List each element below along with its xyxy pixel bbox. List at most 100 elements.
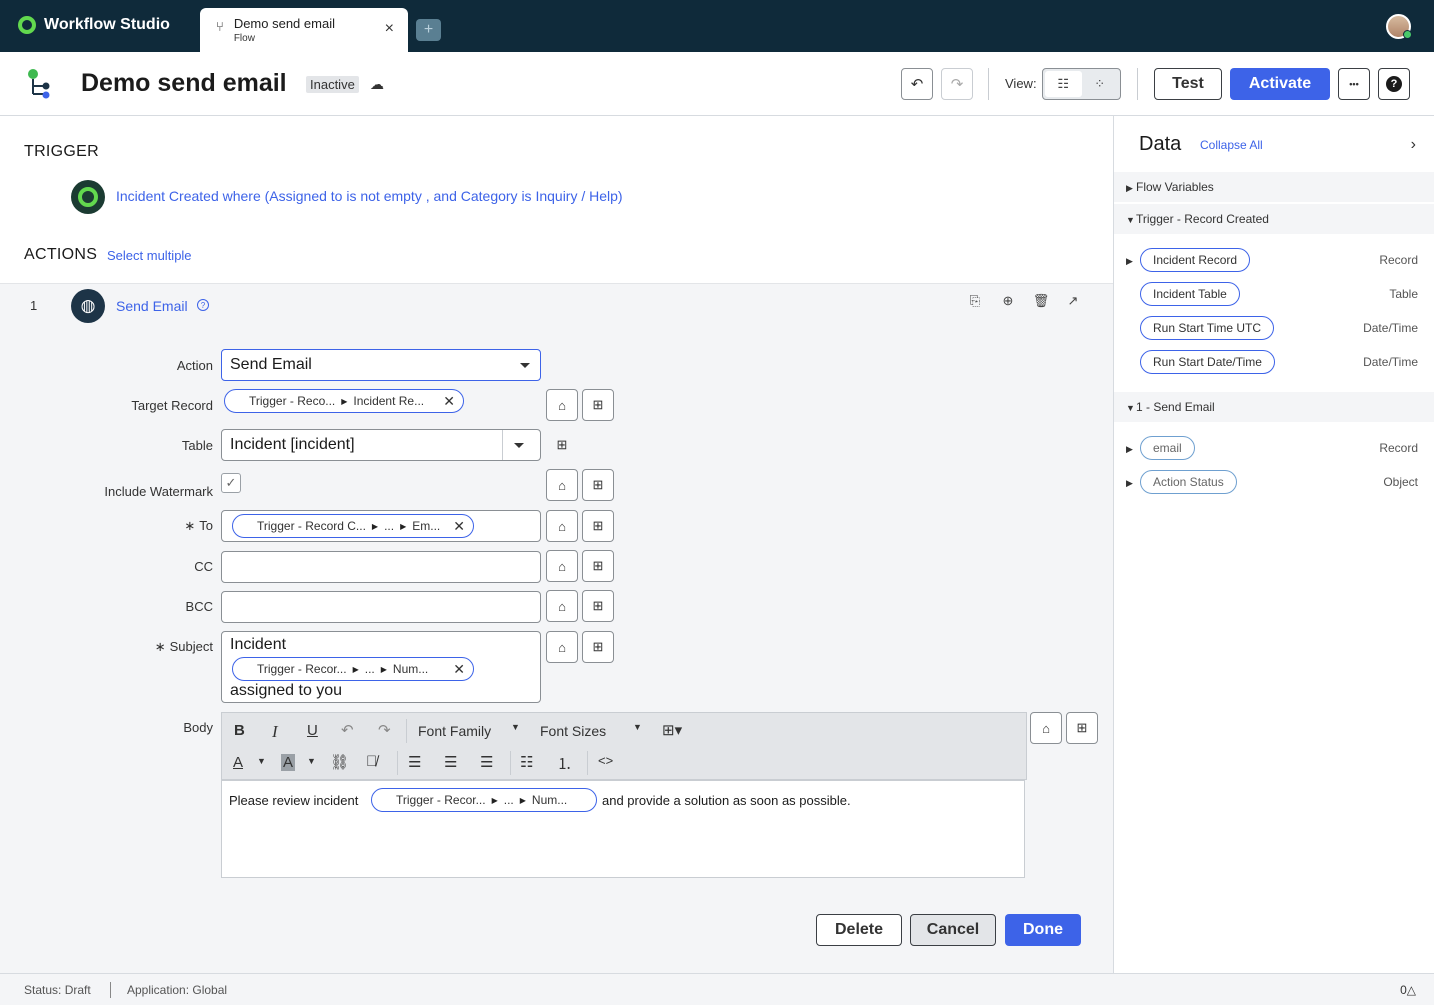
data-picker-button[interactable]: ⊞ — [582, 510, 614, 542]
data-group-send-email[interactable]: ▼1 - Send Email — [1114, 392, 1434, 422]
align-left-icon[interactable]: ☰ — [408, 753, 421, 771]
data-picker-button[interactable]: ⊞ — [582, 469, 614, 501]
notifications-button[interactable]: 0△ — [1400, 983, 1416, 997]
caret-right-icon[interactable]: ▶ — [1126, 478, 1133, 489]
tree-view-icon: ☷ — [1057, 76, 1070, 91]
data-picker-button[interactable]: ⊞ — [582, 590, 614, 622]
data-pill-run-start-time-utc[interactable]: Run Start Time UTC — [1140, 316, 1275, 340]
caret-right-icon[interactable]: ▶ — [1126, 444, 1133, 455]
add-tab-button[interactable]: + — [416, 19, 441, 41]
body-pill[interactable]: Trigger - Recor... ▶ ... ▶ Num... — [371, 788, 597, 812]
collapse-all-link[interactable]: Collapse All — [1200, 138, 1263, 152]
brand[interactable]: Workflow Studio — [18, 16, 170, 34]
to-pill[interactable]: Trigger - Record C... ▶ ... ▶ Em... ✕ — [232, 514, 474, 538]
body-editor[interactable]: Please review incident Trigger - Recor..… — [221, 780, 1025, 878]
chevron-down-icon[interactable]: ▼ — [257, 756, 266, 766]
cancel-button[interactable]: Cancel — [910, 914, 996, 946]
data-picker-button[interactable]: ⊞ — [1066, 712, 1098, 744]
font-sizes-select[interactable]: Font Sizes — [540, 723, 606, 739]
to-field[interactable]: Trigger - Record C... ▶ ... ▶ Em... ✕ — [221, 510, 541, 542]
test-button[interactable]: Test — [1154, 68, 1222, 100]
chevron-right-icon[interactable]: › — [1411, 136, 1416, 154]
data-pill-incident-record[interactable]: Incident Record — [1140, 248, 1251, 272]
data-group-flow-variables[interactable]: ▶ Flow Variables — [1114, 172, 1434, 202]
action-step-panel: 1 ◍ Send Email ? ⎘ ⊕ 🗑 ↗ Action Send Ema… — [0, 283, 1113, 973]
more-actions-button[interactable]: ••• — [1338, 68, 1370, 100]
data-pill-action-status[interactable]: Action Status — [1140, 470, 1237, 494]
data-picker-button[interactable]: ⊞ — [582, 550, 614, 582]
redo-icon[interactable]: ↷ — [378, 721, 391, 739]
activate-button[interactable]: Activate — [1230, 68, 1330, 100]
caret-right-icon[interactable]: ▶ — [1126, 256, 1133, 267]
bcc-field[interactable] — [221, 591, 541, 623]
script-toggle-button[interactable]: ⌂ — [546, 389, 578, 421]
script-toggle-button[interactable]: ⌂ — [546, 590, 578, 622]
redo-button[interactable]: ↷ — [941, 68, 973, 100]
italic-icon[interactable]: I — [272, 722, 278, 742]
action-value: Send Email — [230, 356, 312, 373]
data-pill-incident-table[interactable]: Incident Table — [1140, 282, 1240, 306]
chevron-down-icon[interactable]: ▼ — [511, 722, 520, 732]
help-button[interactable]: ? — [1378, 68, 1410, 100]
trigger-description-link[interactable]: Incident Created where (Assigned to is n… — [116, 188, 623, 204]
diagram-view-button[interactable]: ⁘ — [1082, 71, 1119, 97]
remove-pill-icon[interactable]: ✕ — [453, 661, 465, 678]
data-picker-button[interactable]: ⊞ — [582, 631, 614, 663]
copy-icon[interactable]: ⎘ — [966, 293, 984, 311]
data-group-label: 1 - Send Email — [1136, 400, 1215, 414]
script-toggle-button[interactable]: ⌂ — [546, 550, 578, 582]
subject-field[interactable]: Incident Trigger - Recor... ▶ ... ▶ Num.… — [221, 631, 541, 703]
unlink-icon[interactable]: ⛓̸ — [366, 753, 377, 770]
open-external-icon[interactable]: ↗ — [1064, 293, 1082, 311]
page-title: Demo send email — [81, 69, 287, 97]
link-icon[interactable]: ⛓ — [330, 753, 349, 771]
subject-pill[interactable]: Trigger - Recor... ▶ ... ▶ Num... ✕ — [232, 657, 474, 681]
chevron-down-icon[interactable]: ▼ — [307, 756, 316, 766]
top-bar: Workflow Studio ⑂ Demo send email Flow ×… — [0, 0, 1434, 52]
bold-icon[interactable]: B — [234, 722, 245, 739]
subject-text-1: Incident — [230, 636, 287, 653]
underline-icon[interactable]: U — [307, 722, 318, 739]
include-watermark-label: Include Watermark — [104, 484, 213, 499]
include-watermark-checkbox[interactable]: ✓ — [221, 473, 241, 493]
close-tab-icon[interactable]: × — [385, 20, 394, 38]
action-select[interactable]: Send Email — [221, 349, 541, 381]
script-toggle-button[interactable]: ⌂ — [546, 469, 578, 501]
align-right-icon[interactable]: ☰ — [480, 753, 493, 771]
cc-field[interactable] — [221, 551, 541, 583]
remove-pill-icon[interactable]: ✕ — [443, 393, 455, 410]
application-text: Application: Global — [127, 983, 228, 997]
script-toggle-button[interactable]: ⌂ — [546, 510, 578, 542]
numbered-list-icon[interactable]: ⒈ — [557, 753, 572, 774]
bullet-list-icon[interactable]: ☷ — [520, 753, 533, 771]
data-pill-run-start-date-time[interactable]: Run Start Date/Time — [1140, 350, 1275, 374]
delete-button[interactable]: Delete — [816, 914, 902, 946]
tab-demo-send-email[interactable]: ⑂ Demo send email Flow × — [200, 8, 408, 52]
done-button[interactable]: Done — [1005, 914, 1081, 946]
trash-icon[interactable]: 🗑 — [1032, 293, 1050, 311]
font-family-select[interactable]: Font Family — [418, 723, 491, 739]
chevron-down-icon[interactable]: ▼ — [633, 722, 642, 732]
step-title-link[interactable]: Send Email — [116, 298, 188, 314]
add-comment-icon[interactable]: ⊕ — [999, 293, 1017, 311]
select-multiple-link[interactable]: Select multiple — [107, 248, 192, 263]
script-toggle-button[interactable]: ⌂ — [1030, 712, 1062, 744]
remove-pill-icon[interactable]: ✕ — [453, 518, 465, 535]
script-toggle-button[interactable]: ⌂ — [546, 631, 578, 663]
tree-view-button[interactable]: ☷ — [1045, 71, 1082, 97]
step-help-icon[interactable]: ? — [197, 299, 209, 311]
table-insert-icon[interactable]: ⊞▾ — [662, 721, 682, 739]
data-group-trigger[interactable]: ▼Trigger - Record Created — [1114, 204, 1434, 234]
source-code-icon[interactable]: <> — [598, 753, 613, 768]
align-center-icon[interactable]: ☰ — [444, 753, 457, 771]
table-select[interactable]: Incident [incident] — [221, 429, 541, 461]
background-color-icon[interactable]: A — [281, 754, 296, 771]
target-record-pill[interactable]: Trigger - Reco... ▶ Incident Re... ✕ — [224, 389, 464, 413]
font-color-icon[interactable]: A — [233, 754, 243, 771]
undo-icon[interactable]: ↶ — [341, 721, 354, 739]
undo-button[interactable]: ↶ — [901, 68, 933, 100]
data-picker-button[interactable]: ⊞ — [546, 429, 578, 461]
data-picker-button[interactable]: ⊞ — [582, 389, 614, 421]
pill-segment: Num... — [531, 793, 568, 807]
data-pill-email[interactable]: email — [1140, 436, 1195, 460]
